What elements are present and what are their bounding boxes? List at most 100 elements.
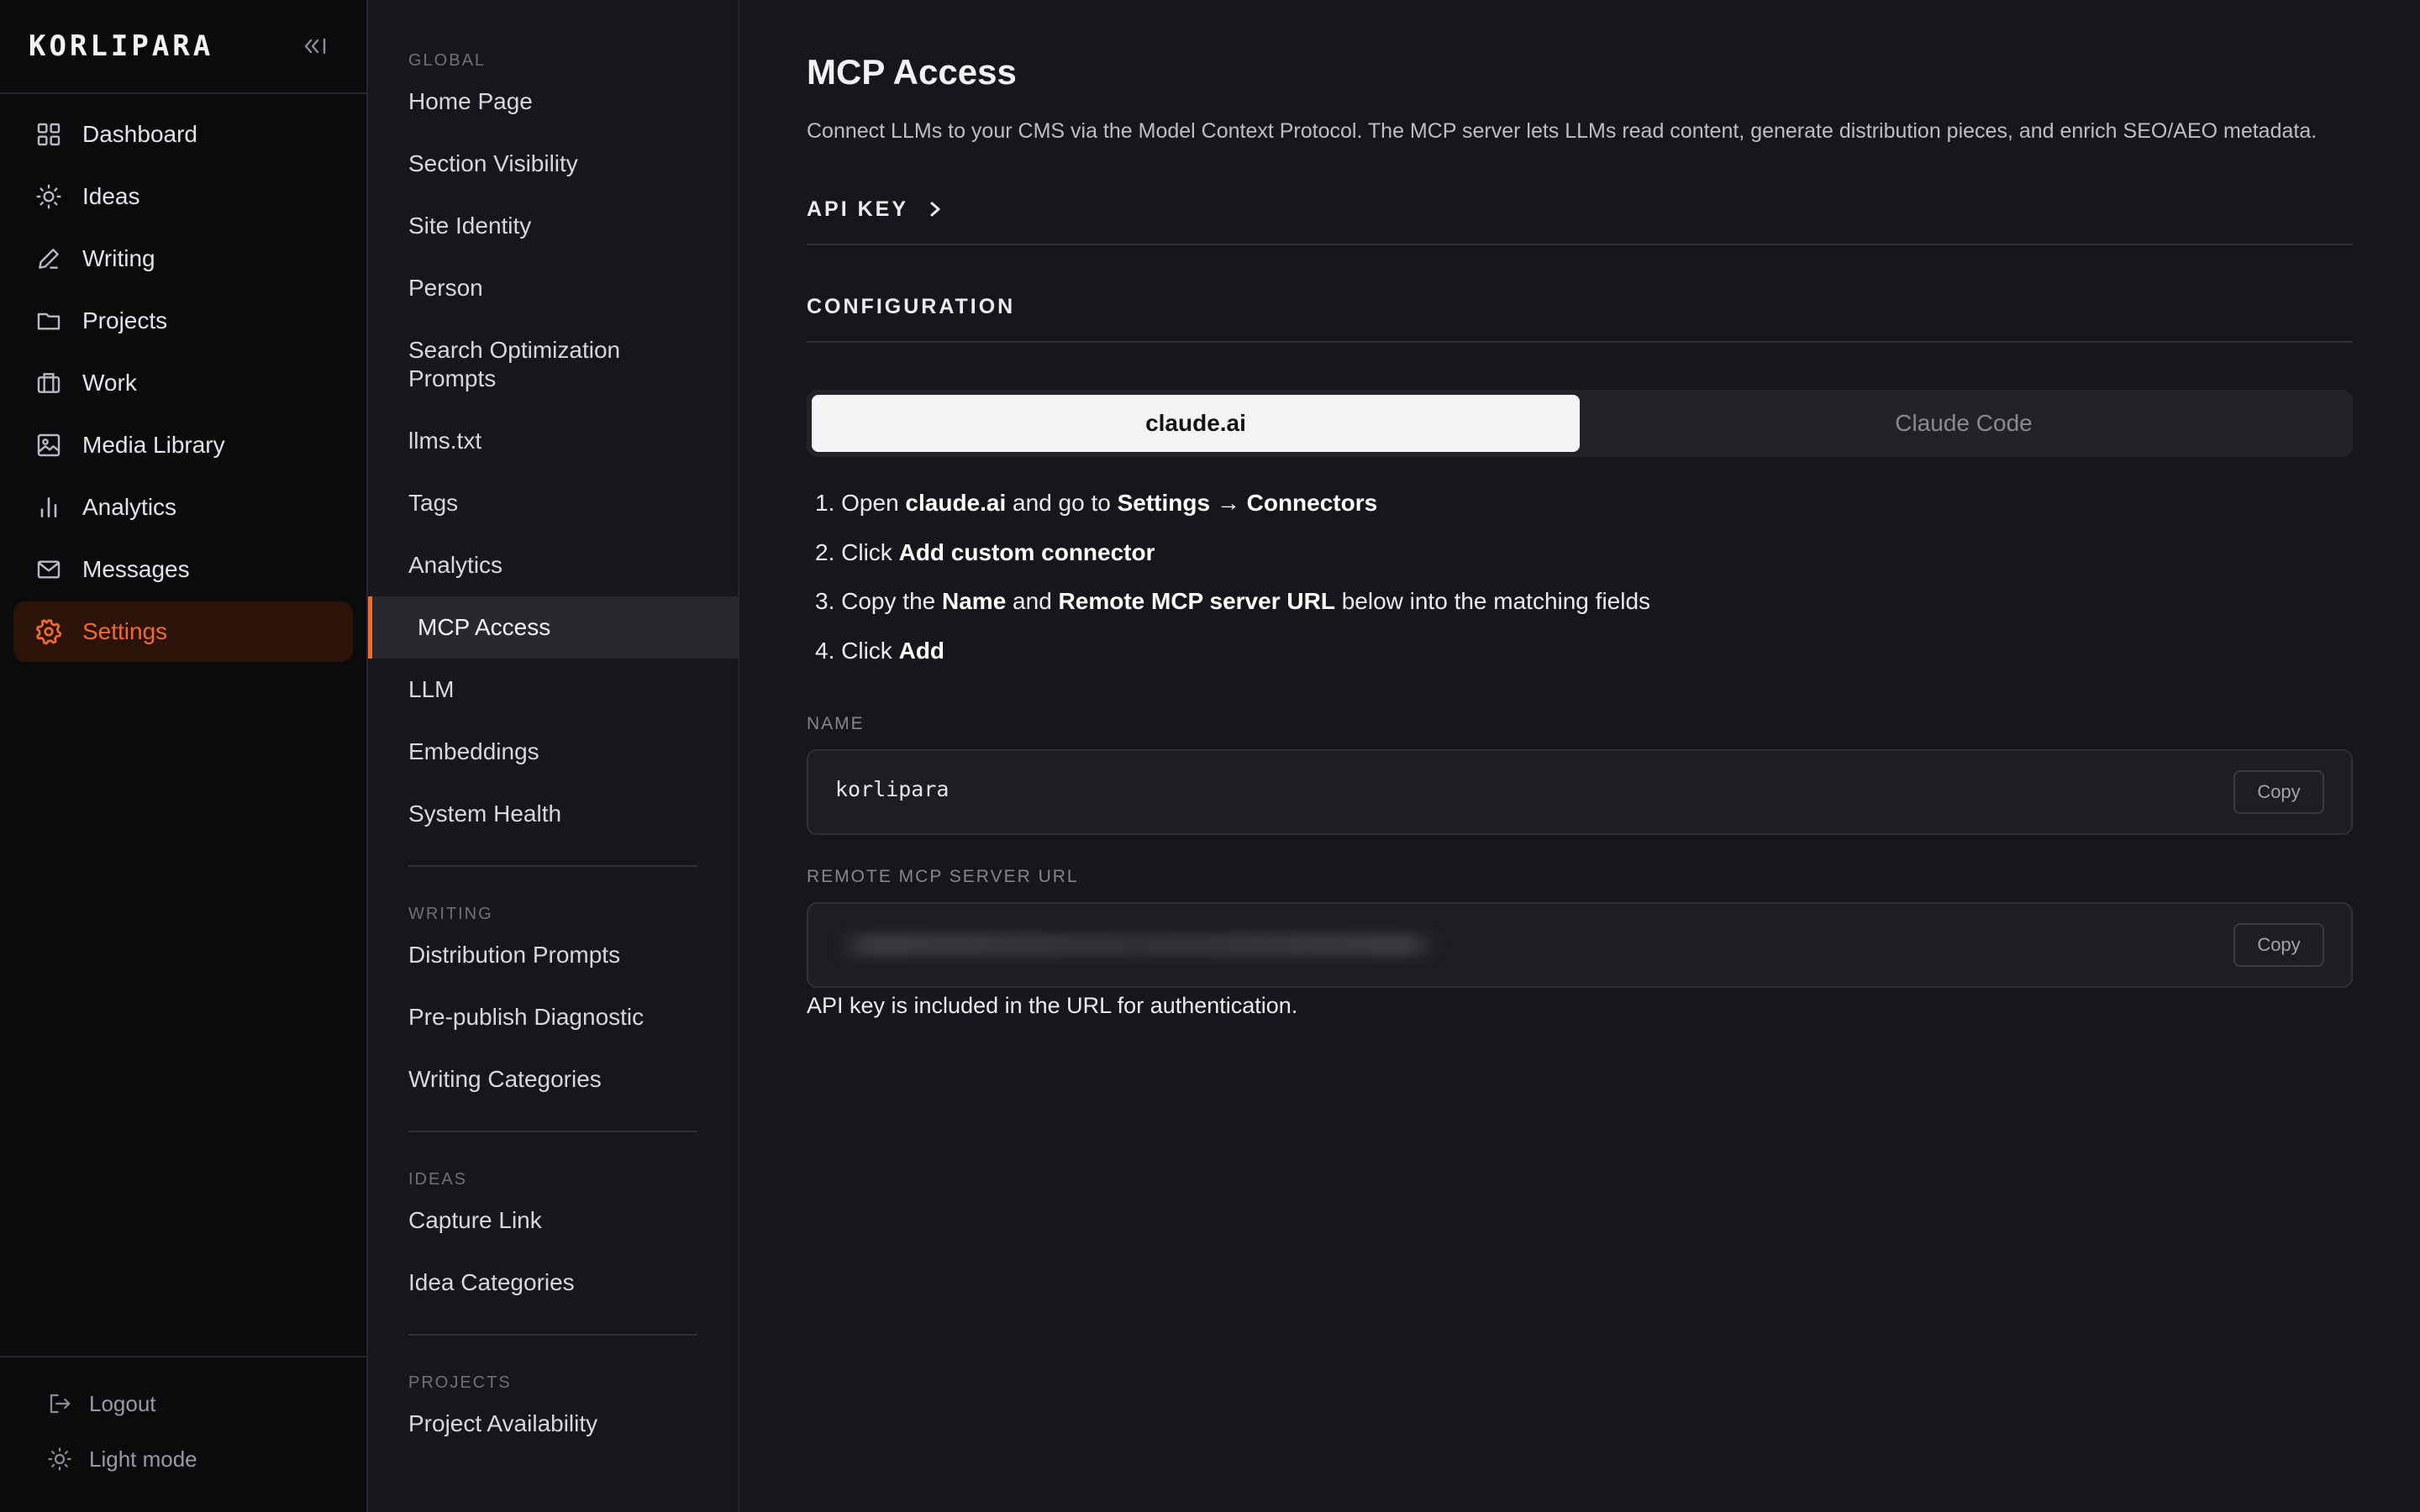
- subnav-section-ideas: IDEAS Capture Link Idea Categories: [368, 1164, 738, 1314]
- subnav-item-system-health[interactable]: System Health: [408, 783, 697, 845]
- step-text: and: [1006, 588, 1059, 615]
- step-text: and go to: [1006, 490, 1118, 517]
- tab-claude-ai[interactable]: claude.ai: [812, 395, 1580, 452]
- sidebar-item-analytics[interactable]: Analytics: [13, 477, 353, 538]
- sidebar-item-label: Dashboard: [82, 121, 197, 147]
- subnav-item-mcp-access[interactable]: MCP Access: [368, 596, 738, 659]
- subnav-section-title: PROJECTS: [408, 1373, 512, 1392]
- step-4: 4. Click Add: [815, 627, 2353, 676]
- sidebar-item-dashboard[interactable]: Dashboard: [13, 104, 353, 165]
- sidebar-item-ideas[interactable]: Ideas: [13, 166, 353, 227]
- subnav-item-section-visibility[interactable]: Section Visibility: [408, 133, 697, 195]
- url-field-label: REMOTE MCP SERVER URL: [807, 867, 1079, 886]
- step-bold: claude.ai: [905, 490, 1007, 517]
- settings-subnav: GLOBAL Home Page Section Visibility Site…: [368, 0, 739, 1512]
- remote-url-field[interactable]: Copy: [807, 902, 2353, 988]
- step-number: 1.: [815, 490, 835, 517]
- step-bold: Add: [898, 637, 945, 664]
- collapse-sidebar-icon[interactable]: [299, 29, 333, 63]
- sidebar-item-label: Messages: [82, 556, 190, 582]
- setup-steps: 1. Open claude.ai and go to Settings → C…: [807, 479, 2353, 675]
- main-sidebar: KORLIPARA Dashboard Ideas Writing Projec…: [0, 0, 368, 1512]
- tab-claude-code[interactable]: Claude Code: [1580, 395, 2348, 452]
- step-text: Click: [841, 637, 899, 664]
- copy-name-button[interactable]: Copy: [2233, 770, 2324, 814]
- step-bold: Settings → Connectors: [1117, 490, 1378, 517]
- image-icon: [34, 430, 64, 460]
- logout-button[interactable]: Logout: [45, 1376, 366, 1431]
- sidebar-item-label: Media Library: [82, 432, 225, 458]
- step-text: below into the matching fields: [1334, 588, 1651, 615]
- brand-row: KORLIPARA: [0, 0, 366, 94]
- step-bold: Add custom connector: [898, 538, 1155, 565]
- step-text: Copy the: [841, 588, 942, 615]
- name-field[interactable]: korlipara Copy: [807, 749, 2353, 835]
- sidebar-item-writing[interactable]: Writing: [13, 228, 353, 289]
- page-title: MCP Access: [807, 52, 1017, 92]
- sidebar-item-label: Analytics: [82, 494, 177, 520]
- grid-icon: [34, 119, 64, 150]
- bar-chart-icon: [34, 492, 64, 522]
- subnav-item-distribution-prompts[interactable]: Distribution Prompts: [408, 924, 697, 986]
- subnav-section-title: GLOBAL: [408, 51, 487, 70]
- app-root: KORLIPARA Dashboard Ideas Writing Projec…: [0, 0, 2420, 1512]
- subnav-item-tags[interactable]: Tags: [408, 472, 697, 534]
- subnav-section-global: GLOBAL Home Page Section Visibility Site…: [368, 0, 738, 845]
- subnav-item-embeddings[interactable]: Embeddings: [408, 721, 697, 783]
- subnav-item-llms-txt[interactable]: llms.txt: [408, 410, 697, 472]
- copy-url-button[interactable]: Copy: [2233, 923, 2324, 967]
- api-key-heading: API KEY: [807, 197, 909, 221]
- subnav-item-home-page[interactable]: Home Page: [408, 71, 697, 133]
- subnav-divider: [408, 865, 697, 867]
- step-text: Open: [841, 490, 906, 517]
- chevron-right-icon: [927, 199, 944, 219]
- gear-icon: [34, 617, 64, 647]
- subnav-item-person[interactable]: Person: [408, 257, 697, 319]
- redacted-url-value: [835, 933, 1440, 957]
- step-bold: Remote MCP server URL: [1058, 588, 1335, 615]
- brand-logo: KORLIPARA: [29, 29, 214, 63]
- configuration-heading: CONFIGURATION: [807, 272, 2353, 343]
- subnav-item-project-availability[interactable]: Project Availability: [408, 1393, 697, 1455]
- sidebar-item-label: Settings: [82, 618, 168, 644]
- api-key-section-toggle[interactable]: API KEY: [807, 175, 2353, 245]
- step-number: 4.: [815, 637, 835, 664]
- subnav-item-site-identity[interactable]: Site Identity: [408, 195, 697, 257]
- light-mode-label: Light mode: [89, 1446, 197, 1472]
- logout-label: Logout: [89, 1390, 156, 1416]
- subnav-section-projects: PROJECTS Project Availability: [368, 1368, 738, 1455]
- step-bold: Name: [942, 588, 1007, 615]
- subnav-item-pre-publish-diagnostic[interactable]: Pre-publish Diagnostic: [408, 986, 697, 1048]
- logout-icon: [45, 1389, 74, 1418]
- subnav-item-writing-categories[interactable]: Writing Categories: [408, 1048, 697, 1110]
- sidebar-item-messages[interactable]: Messages: [13, 539, 353, 600]
- folder-icon: [34, 306, 64, 336]
- sidebar-item-media-library[interactable]: Media Library: [13, 415, 353, 475]
- subnav-divider: [408, 1131, 697, 1132]
- subnav-item-capture-link[interactable]: Capture Link: [408, 1189, 697, 1252]
- briefcase-icon: [34, 368, 64, 398]
- name-field-value: korlipara: [835, 776, 950, 801]
- main-nav: Dashboard Ideas Writing Projects Work Me…: [0, 94, 366, 662]
- subnav-divider: [408, 1334, 697, 1336]
- step-number: 2.: [815, 538, 835, 565]
- subnav-section-writing: WRITING Distribution Prompts Pre-publish…: [368, 899, 738, 1110]
- light-mode-toggle[interactable]: Light mode: [45, 1431, 366, 1487]
- main-content: MCP Access Connect LLMs to your CMS via …: [739, 0, 2420, 1512]
- sidebar-item-settings[interactable]: Settings: [13, 601, 353, 662]
- subnav-item-analytics[interactable]: Analytics: [408, 534, 697, 596]
- subnav-item-idea-categories[interactable]: Idea Categories: [408, 1252, 697, 1314]
- sidebar-footer: Logout Light mode: [0, 1356, 366, 1512]
- lightbulb-icon: [34, 181, 64, 212]
- page-description: Connect LLMs to your CMS via the Model C…: [807, 119, 2317, 143]
- step-2: 2. Click Add custom connector: [815, 528, 2353, 578]
- step-1: 1. Open claude.ai and go to Settings → C…: [815, 479, 2353, 528]
- pen-icon: [34, 244, 64, 274]
- subnav-item-llm[interactable]: LLM: [408, 659, 697, 721]
- sidebar-item-work[interactable]: Work: [13, 353, 353, 413]
- mail-icon: [34, 554, 64, 585]
- subnav-section-title: WRITING: [408, 905, 493, 923]
- step-text: Click: [841, 538, 899, 565]
- sidebar-item-projects[interactable]: Projects: [13, 291, 353, 351]
- subnav-item-search-optimization-prompts[interactable]: Search Optimization Prompts: [408, 319, 697, 410]
